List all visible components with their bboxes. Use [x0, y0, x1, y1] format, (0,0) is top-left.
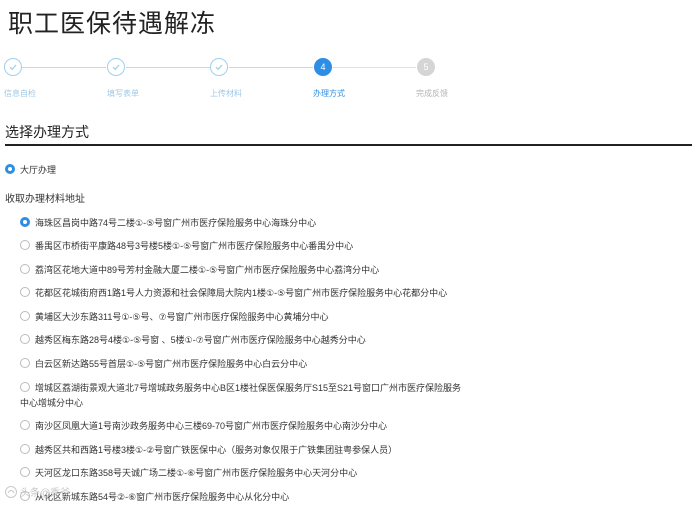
step-connector	[332, 67, 416, 68]
step-connector	[229, 67, 313, 68]
step-1-label: 信息自检	[4, 89, 36, 98]
step-1-check-icon	[4, 58, 22, 76]
address-option-label[interactable]: 越秀区共和西路1号楼3楼①-②号窗广铁医保中心（服务对象仅限于广铁集团驻粤参保人…	[35, 443, 397, 456]
step-5-number: 5	[417, 58, 435, 76]
address-radio[interactable]	[20, 358, 30, 368]
step-3-check-icon	[210, 58, 228, 76]
address-option-label[interactable]: 越秀区梅东路28号4楼①-⑤号窗 、5楼①-⑦号窗广州市医疗保险服务中心越秀分中…	[35, 333, 366, 346]
address-option-label[interactable]: 南沙区凤凰大道1号南沙政务服务中心三楼69-70号窗广州市医疗保险服务中心南沙分…	[35, 419, 387, 432]
address-radio[interactable]	[20, 264, 30, 274]
method-label[interactable]: 大厅办理	[20, 163, 56, 176]
section-title: 选择办理方式	[5, 124, 89, 140]
address-option-label[interactable]: 花都区花城街府西1路1号人力资源和社会保障局大院内1楼①-⑤号窗广州市医疗保险服…	[35, 286, 447, 299]
address-option-label[interactable]: 白云区新达路55号首层①-⑤号窗广州市医疗保险服务中心白云分中心	[35, 357, 307, 370]
step-4-number: 4	[314, 58, 332, 76]
step-2-check-icon	[107, 58, 125, 76]
watermark-text: 头条@秀爸	[20, 488, 71, 499]
address-option-label[interactable]: 荔湾区花地大道中89号芳村金融大厦二楼①-⑤号窗广州市医疗保险服务中心荔湾分中心	[35, 263, 379, 276]
address-radio[interactable]	[20, 467, 30, 477]
step-3-label: 上传材料	[210, 89, 242, 98]
address-heading: 收取办理材料地址	[5, 194, 85, 205]
address-radio[interactable]	[20, 382, 30, 392]
method-radio[interactable]	[5, 164, 15, 174]
step-connector	[126, 67, 210, 68]
step-5-label: 完成反馈	[416, 89, 448, 98]
address-option-label[interactable]: 增城区荔湖街景观大道北7号增城政务服务中心B区1楼社保医保服务厅S15至S21号…	[35, 381, 461, 394]
step-4-label: 办理方式	[313, 89, 345, 98]
address-radio[interactable]	[20, 334, 30, 344]
address-radio[interactable]	[20, 240, 30, 250]
watermark-logo-icon	[5, 485, 17, 498]
address-option-label-cont[interactable]: 中心增城分中心	[20, 396, 83, 409]
step-connector	[22, 67, 106, 68]
page-title: 职工医保待遇解冻	[8, 10, 217, 38]
watermark: 头条@秀爸	[4, 484, 70, 499]
address-radio[interactable]	[20, 444, 30, 454]
address-radio[interactable]	[20, 420, 30, 430]
address-radio[interactable]	[20, 217, 30, 227]
section-divider	[5, 144, 692, 146]
address-radio[interactable]	[20, 311, 30, 321]
address-option-label[interactable]: 天河区龙口东路358号天诚广场二楼①-⑥号窗广州市医疗保险服务中心天河分中心	[35, 466, 357, 479]
address-option-label[interactable]: 番禺区市桥街平康路48号3号楼5楼①-⑤号窗广州市医疗保险服务中心番禺分中心	[35, 239, 353, 252]
address-option-label[interactable]: 黄埔区大沙东路311号①-⑤号、⑦号窗广州市医疗保险服务中心黄埔分中心	[35, 310, 329, 323]
step-progress: 4 5 信息自检 填写表单 上传材料 办理方式 完成反馈	[0, 58, 697, 102]
step-2-label: 填写表单	[107, 89, 139, 98]
address-option-label[interactable]: 海珠区昌岗中路74号二楼①-⑤号窗广州市医疗保险服务中心海珠分中心	[35, 216, 316, 229]
address-radio[interactable]	[20, 287, 30, 297]
address-option-label[interactable]: 从化区新城东路54号②-⑥窗广州市医疗保险服务中心从化分中心	[35, 490, 289, 503]
